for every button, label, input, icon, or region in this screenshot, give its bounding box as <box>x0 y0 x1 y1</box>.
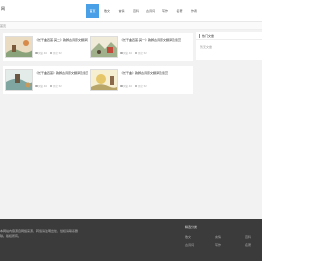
article-thumbnail[interactable] <box>5 36 33 58</box>
painting-image <box>6 70 32 90</box>
article-thumbnail[interactable] <box>90 36 118 58</box>
nav-item-romance[interactable]: 言情 <box>115 4 128 18</box>
breadcrumb[interactable]: 首页 <box>0 24 6 28</box>
accent-bar <box>199 34 200 38</box>
footer-links-title: 精选分类 <box>185 225 198 229</box>
footer-link[interactable]: 百科 <box>245 235 251 239</box>
painting-image <box>91 70 117 90</box>
article-card[interactable]: 《长干曲四首·其一》韵脚古诗原文翻译及鉴赏 浏览 46 评论 52 <box>88 33 193 61</box>
painting-image <box>6 37 32 57</box>
view-count: 浏览 46 <box>38 85 47 88</box>
view-count: 浏览 46 <box>123 85 132 88</box>
article-meta: 浏览 46 评论 52 <box>35 84 62 88</box>
nav-item-authors[interactable]: 作者 <box>188 4 201 18</box>
comment-count: 评论 52 <box>137 52 147 55</box>
panel-title: 热门文章 <box>202 34 215 38</box>
comment-count: 评论 52 <box>137 85 147 88</box>
site-footer: 本网站内容源自网络来源，转载请注明出处，侵权请联系删除。版权所有。 精选分类 散… <box>0 219 262 261</box>
comment-count: 评论 52 <box>52 85 62 88</box>
nav-item-encyclopedia[interactable]: 百科 <box>130 4 143 18</box>
article-title[interactable]: 《长干曲四首·其一》韵脚古诗原文翻译及鉴赏 <box>120 38 184 43</box>
footer-link[interactable]: 言情 <box>215 235 221 239</box>
site-logo[interactable]: 网 <box>1 6 5 12</box>
nav-item-poetry[interactable]: 古诗词 <box>144 4 157 18</box>
footer-about: 本网站内容源自网络来源，转载请注明出处，侵权请联系删除。版权所有。 <box>0 229 79 238</box>
empty-message: 暂无文章 <box>200 45 213 49</box>
article-title[interactable]: 《长干曲》韵脚古诗原文翻译及鉴赏 <box>120 71 184 76</box>
nav-item-classics[interactable]: 名著 <box>173 4 186 18</box>
breadcrumb-bar: 首页 <box>0 22 262 30</box>
comment-count: 评论 52 <box>52 52 62 55</box>
nav-item-prose[interactable]: 散文 <box>101 4 114 18</box>
view-count: 浏览 46 <box>123 52 132 55</box>
article-meta: 浏览 46 评论 52 <box>35 51 62 55</box>
painting-image <box>91 37 117 57</box>
nav-item-home[interactable]: 首页 <box>86 4 99 18</box>
article-meta: 浏览 46 评论 52 <box>120 51 147 55</box>
article-card[interactable]: 《长干曲》韵脚古诗原文翻译及鉴赏 浏览 46 评论 52 <box>88 66 193 94</box>
article-meta: 浏览 46 评论 52 <box>120 84 147 88</box>
panel-header: 热门文章 <box>196 32 262 40</box>
footer-link[interactable]: 古诗词 <box>185 243 194 247</box>
nav-item-writing[interactable]: 写作 <box>159 4 172 18</box>
article-thumbnail[interactable] <box>5 69 33 91</box>
hot-articles-panel: 热门文章 暂无文章 <box>196 32 262 60</box>
main-nav: 首页 散文 言情 百科 古诗词 写作 名著 作者 <box>86 4 202 18</box>
footer-link[interactable]: 写作 <box>215 243 221 247</box>
footer-link[interactable]: 散文 <box>185 235 191 239</box>
view-count: 浏览 46 <box>38 52 47 55</box>
site-header: 网 首页 散文 言情 百科 古诗词 写作 名著 作者 <box>0 0 262 22</box>
article-thumbnail[interactable] <box>90 69 118 91</box>
footer-link[interactable]: 名著 <box>245 243 251 247</box>
